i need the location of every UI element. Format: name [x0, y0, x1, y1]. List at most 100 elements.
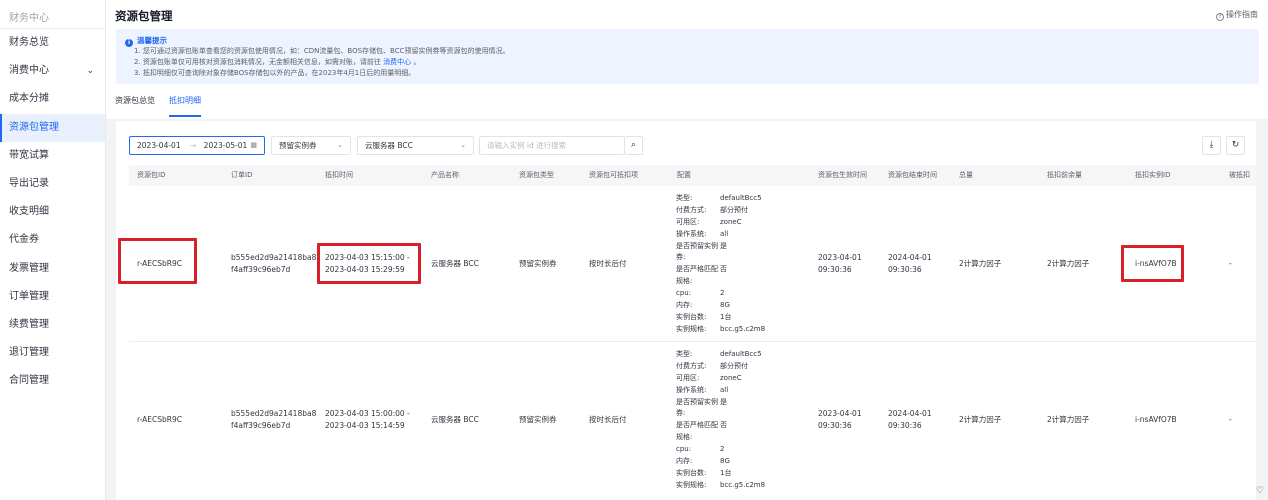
search-icon: ⌕ [630, 140, 637, 150]
instance-search-input[interactable]: 请输入实例 id 进行搜索 [479, 136, 625, 155]
product-select[interactable]: 云服务器 BCC ⌄ [357, 136, 474, 155]
sidebar-item-active[interactable]: 资源包管理 [0, 113, 105, 142]
package-type: 预留实例券 [519, 259, 557, 268]
table-row: r-AECSbR9C b555ed2d9a21418ba8 f4aff39c96e… [129, 342, 1259, 500]
search-button[interactable]: ⌕ [625, 136, 643, 155]
guide-link[interactable]: ? 操作指南 [1216, 9, 1258, 21]
sidebar-item-label: 续费管理 [9, 318, 49, 330]
order-id: b555ed2d9a21418ba8 f4aff39c96eb7d [231, 252, 316, 276]
deduct-item: 按时长后付 [589, 259, 627, 268]
sidebar-item-label: 资源包管理 [9, 121, 59, 133]
sidebar-item[interactable]: 导出记录 [0, 170, 105, 198]
sidebar-item[interactable]: 财务总览 [0, 29, 105, 57]
notice-title-text: 温馨提示 [137, 36, 167, 45]
sidebar-item-label: 收支明细 [9, 206, 49, 218]
config-key: 实例规格: [676, 480, 707, 489]
info-icon: i [125, 39, 133, 47]
config-key: 操作系统: [676, 229, 707, 238]
page-title: 资源包管理 [115, 9, 173, 23]
col-header: 资源包ID [137, 171, 166, 179]
config-key: 实例规格: [676, 324, 707, 333]
sidebar-item[interactable]: 合同管理 [0, 367, 105, 395]
config-value: 否 [720, 265, 727, 274]
tab-deduction-detail[interactable]: 抵扣明细 [169, 95, 201, 117]
end-clock: 09:30:36 [888, 421, 922, 430]
download-button[interactable]: ⤓ [1202, 136, 1221, 155]
config-key: 付费方式: [676, 205, 707, 214]
app: 财务中心 财务总览 消费中心 ⌄ 成本分摊 资源包管理 带宽试算 导出记录 收支明… [0, 0, 1268, 500]
sidebar-item[interactable]: 带宽试算 [0, 142, 105, 170]
help-icon: ? [1216, 13, 1224, 21]
search-placeholder: 请输入实例 id 进行搜索 [487, 141, 567, 150]
config-key: 内存: [676, 457, 693, 466]
chevron-down-icon: ⌄ [337, 141, 343, 149]
col-header: 产品名称 [431, 171, 459, 179]
product-select-value: 云服务器 BCC [365, 141, 413, 150]
config-key: cpu: [676, 445, 692, 454]
remaining-amount: 2计算力因子 [1047, 415, 1090, 424]
date-start: 2023-04-01 [137, 141, 181, 150]
highlight-box-deduction-time [317, 243, 421, 284]
highlight-box-instance-id [1121, 245, 1184, 282]
date-range-picker[interactable]: 2023-04-01 → 2023-05-01 ▦ [129, 136, 265, 155]
feedback-icon[interactable]: ♡ [1256, 486, 1264, 496]
config-key: 可用区: [676, 373, 700, 382]
total-amount: 2计算力因子 [959, 415, 1002, 424]
sidebar-item-label: 消费中心 [9, 65, 49, 77]
config-value: 是 [720, 241, 727, 250]
config-value: zoneC [720, 217, 742, 226]
notice-box: i 温馨提示 1. 您可通过资源包账单查看您的资源包使用情况，如：CDN流量包、B… [116, 29, 1259, 84]
col-header: 配置 [677, 171, 691, 179]
sidebar-item[interactable]: 订单管理 [0, 283, 105, 311]
type-select[interactable]: 预留实例券 ⌄ [271, 136, 351, 155]
sidebar-item[interactable]: 续费管理 [0, 311, 105, 339]
sidebar-item-label: 发票管理 [9, 262, 49, 274]
sidebar-item-label: 代金券 [9, 234, 39, 246]
config-value: 1台 [720, 312, 732, 321]
config-value: all [720, 229, 729, 238]
start-date: 2023-04-01 [818, 253, 862, 262]
sidebar-item[interactable]: 成本分摊 [0, 85, 105, 113]
config-key: 可用区: [676, 217, 700, 226]
col-header: 资源包可抵扣项 [589, 171, 638, 179]
sidebar-item[interactable]: 退订管理 [0, 339, 105, 367]
col-header: 抵扣时间 [325, 171, 353, 179]
sidebar-item-label: 成本分摊 [9, 93, 49, 105]
tab-overview[interactable]: 资源包总览 [115, 95, 155, 117]
col-header: 订单ID [231, 171, 253, 179]
sidebar-item[interactable]: 收支明细 [0, 198, 105, 226]
vertical-scrollbar[interactable] [1256, 121, 1268, 500]
product-name: 云服务器 BCC [431, 259, 479, 268]
sidebar-item-label: 订单管理 [9, 290, 49, 302]
start-clock: 09:30:36 [818, 265, 852, 274]
config-value: bcc.g5.c2m8 [720, 324, 766, 333]
highlight-box-package-id [118, 238, 197, 284]
refresh-button[interactable]: ↻ [1226, 136, 1245, 155]
consumption-center-link[interactable]: 消费中心 [383, 58, 411, 66]
sidebar-item[interactable]: 代金券 [0, 226, 105, 254]
sidebar-item-label: 退订管理 [9, 347, 49, 359]
detail-card: 2023-04-01 → 2023-05-01 ▦ 预留实例券 ⌄ 云服务器 BC… [116, 121, 1259, 500]
table-row: r-AECSbR9C b555ed2d9a21418ba8 f4aff39c96e… [129, 186, 1259, 342]
sidebar-item[interactable]: 消费中心 ⌄ [0, 57, 105, 85]
config-key: 类型: [676, 350, 693, 358]
calendar-icon: ▦ [250, 141, 257, 149]
config-value: defaultBcc5 [720, 194, 762, 202]
config-key: 实例台数: [676, 468, 707, 477]
config-value: 部分预付 [720, 361, 748, 370]
config-value: 部分预付 [720, 205, 748, 214]
sidebar-item[interactable]: 发票管理 [0, 255, 105, 283]
config-key: 付费方式: [676, 361, 707, 370]
config-key: cpu: [676, 289, 692, 298]
deduct-item: 按时长后付 [589, 415, 627, 424]
time-line: 2023-04-03 15:00:00 - [325, 409, 410, 418]
config-value: 8G [720, 457, 730, 466]
config-value: all [720, 385, 729, 394]
start-time: 2023-04-01 09:30:36 [818, 252, 862, 276]
config-key: 类型: [676, 194, 693, 202]
instance-id: i-nsAVfO7B [1135, 415, 1177, 424]
config-value: 2 [720, 445, 725, 454]
chevron-down-icon: ⌄ [86, 66, 94, 77]
date-end: 2023-05-01 [203, 141, 248, 150]
start-clock: 09:30:36 [818, 421, 852, 430]
